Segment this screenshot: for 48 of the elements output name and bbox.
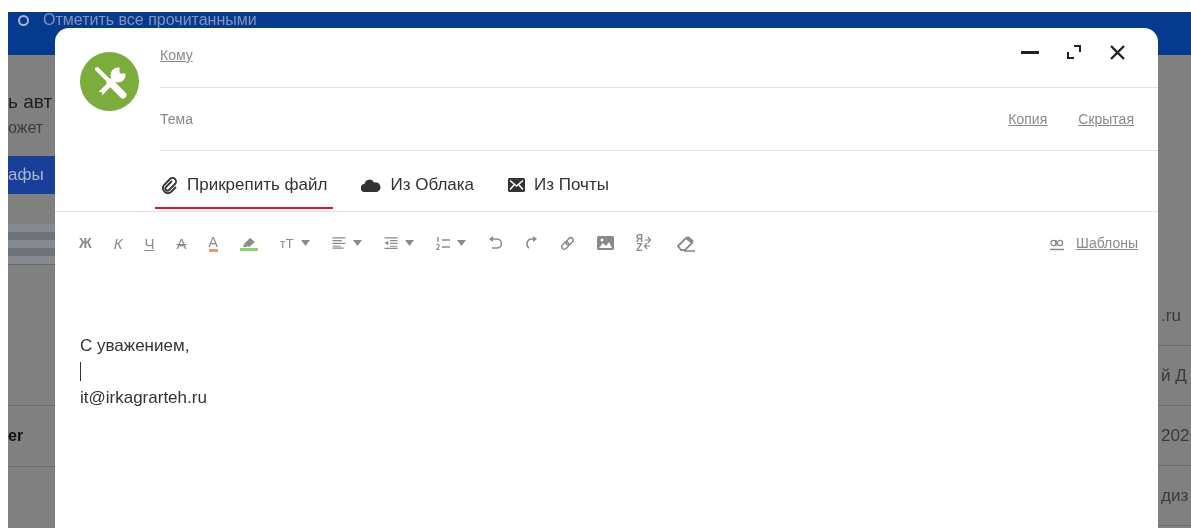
message-snippet: ожет [8,119,45,137]
strikethrough-button[interactable]: А [176,232,187,254]
table-header [8,224,55,265]
attach-tab[interactable]: Из Почты [502,163,615,209]
close-icon [1110,45,1125,60]
message-subject: .ru [1161,305,1181,326]
caret-icon [456,240,466,246]
eraser-icon [675,234,696,252]
caret-icon [404,240,414,246]
text-color-button[interactable]: А [208,232,218,254]
minimize-icon [1021,50,1039,55]
bold-button[interactable]: Ж [79,232,92,254]
transliterate-button[interactable]: ЯZ [635,232,654,254]
message-title: ь авт [8,91,54,113]
signature-line: С уважением, [80,335,191,357]
redo-icon [523,235,538,251]
numbered-list-icon [435,236,450,250]
text-cursor [80,362,81,381]
subject-field[interactable]: Тема [160,111,193,127]
paperclip-icon [161,176,178,194]
swap-arrows-icon [643,236,651,250]
marker-icon [239,235,258,251]
category-bar[interactable]: афы [8,156,55,194]
signature-line: it@irkagrarteh.ru [80,387,208,409]
image-icon [596,236,614,250]
expand-icon [1067,45,1082,60]
message-subject: диз [1161,485,1189,506]
attach-tab[interactable]: Прикрепить файл [155,163,334,209]
templates-link[interactable]: Шаблоны [1076,235,1138,251]
align-left-icon [331,237,346,249]
underline-button[interactable]: Ч [144,232,155,254]
italic-button[interactable]: К [113,232,123,254]
indent-icon [383,237,398,249]
radio-icon [18,15,29,26]
caret-icon [300,240,310,246]
attach-tab[interactable]: Из Облака [355,163,481,209]
message-subject: й Д [1161,365,1187,386]
cc-link[interactable]: Копия [1008,111,1048,127]
envelope-icon [508,178,526,192]
message-subject: 202 [1161,425,1190,446]
mark-all-read-link[interactable]: Отметить все прочитанными [43,12,257,28]
caret-icon [352,240,362,246]
cc-link[interactable]: Скрытая [1078,111,1134,127]
undo-icon [487,235,502,251]
link-icon [559,235,575,251]
cloud-icon [361,178,382,192]
to-field-label[interactable]: Кому [160,47,1021,63]
font-size-button[interactable]: тТ [279,232,310,254]
